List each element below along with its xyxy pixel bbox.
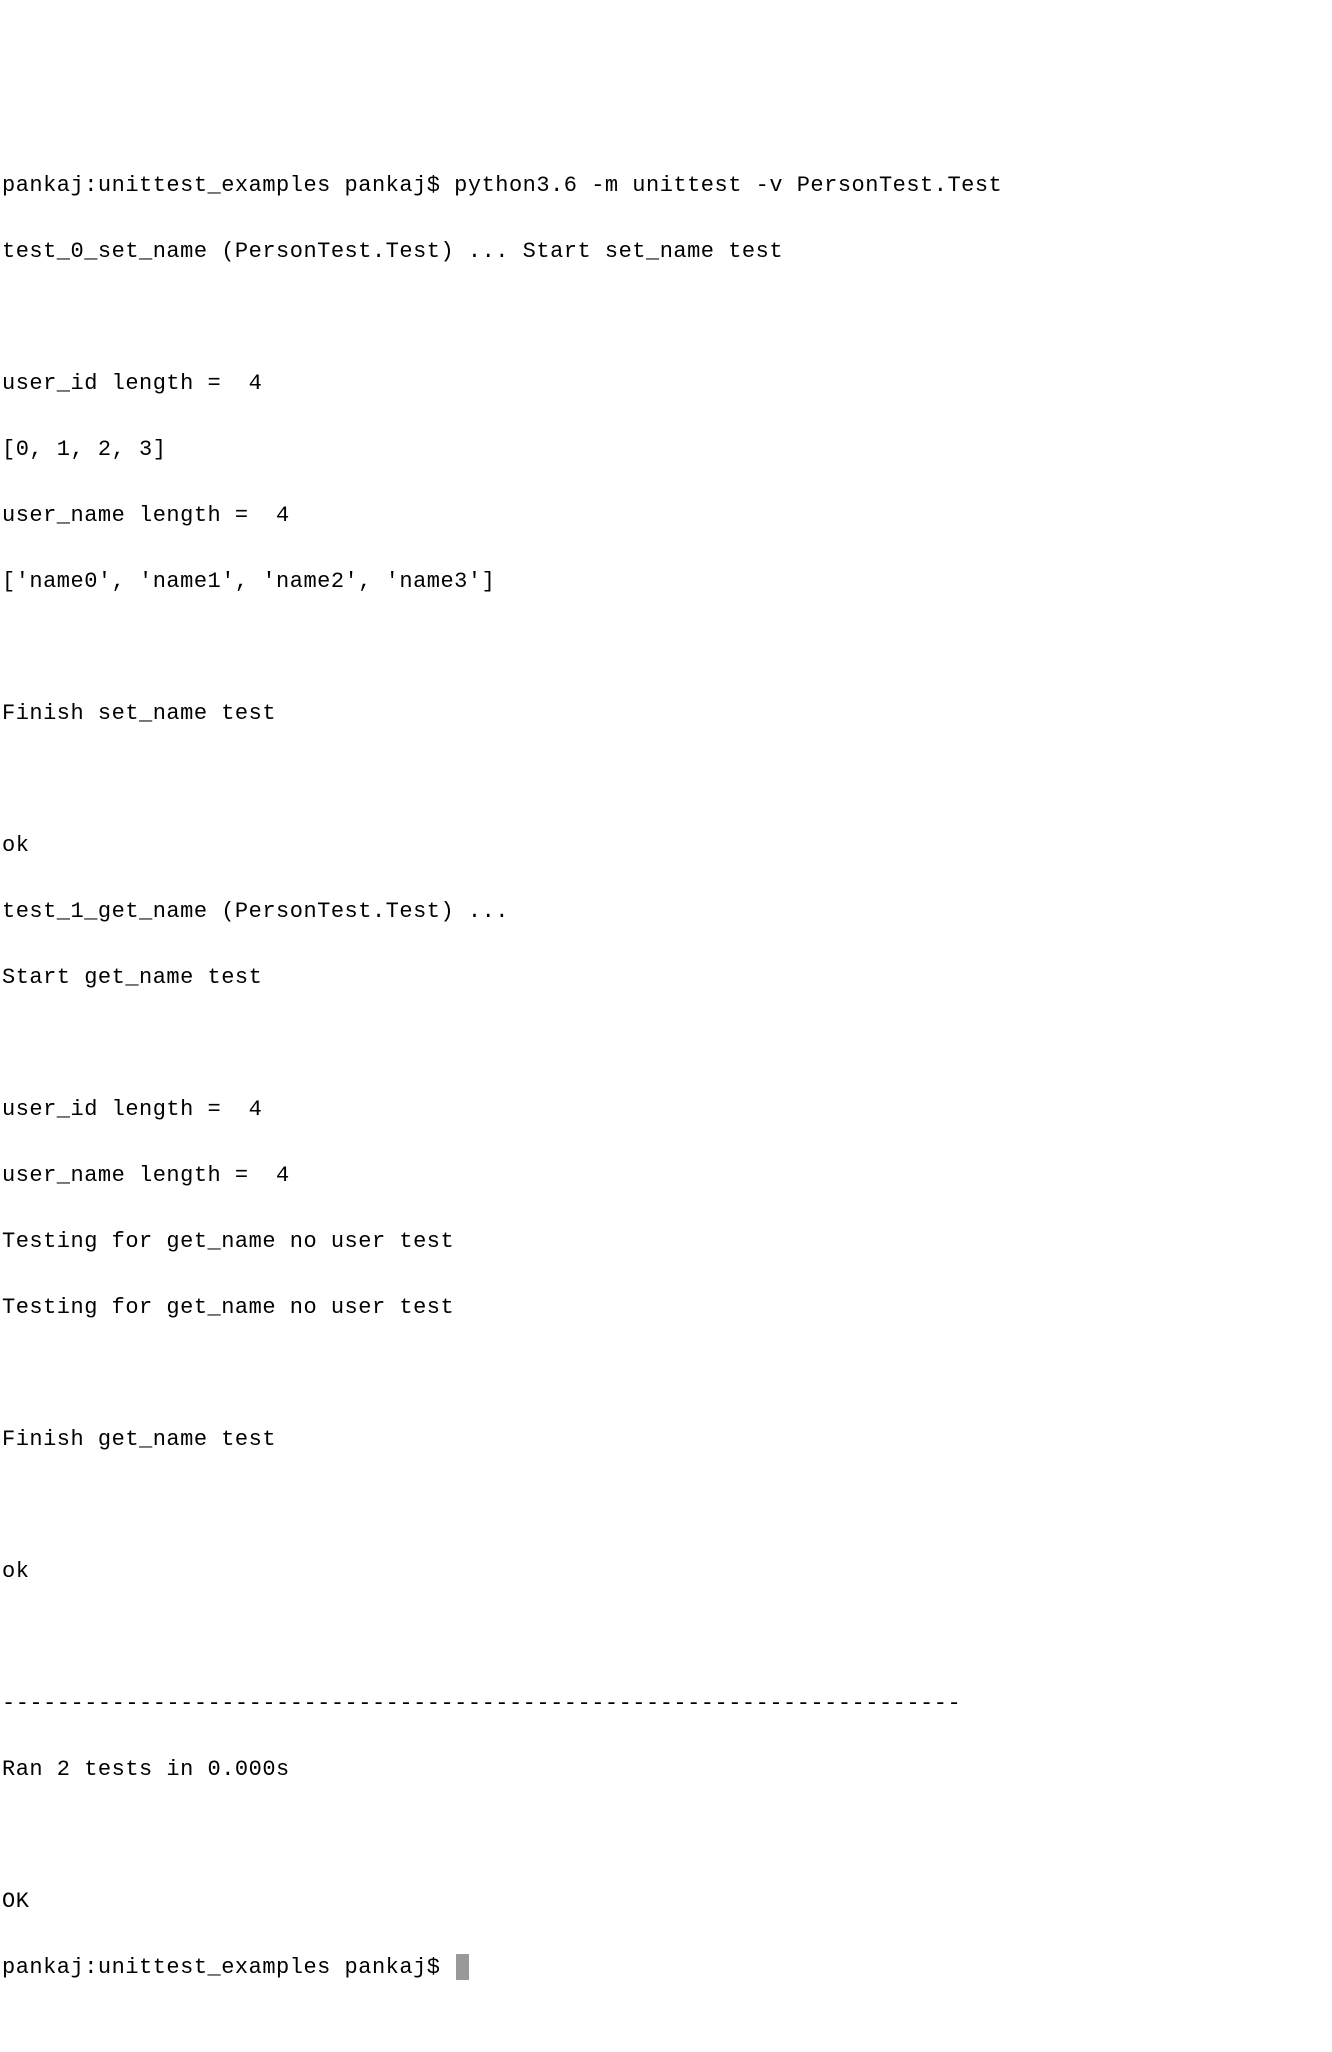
terminal-line: Start get_name test <box>2 961 1330 994</box>
terminal-line <box>2 1027 1330 1060</box>
terminal-prompt-line[interactable]: pankaj:unittest_examples pankaj$ <box>2 1951 1330 1984</box>
terminal-line <box>2 1489 1330 1522</box>
cursor-icon <box>456 1954 469 1980</box>
terminal-line: test_0_set_name (PersonTest.Test) ... St… <box>2 235 1330 268</box>
terminal-line <box>2 631 1330 664</box>
terminal-line <box>2 1819 1330 1852</box>
terminal-line: ok <box>2 1555 1330 1588</box>
terminal-line: test_1_get_name (PersonTest.Test) ... <box>2 895 1330 928</box>
terminal-line: Testing for get_name no user test <box>2 1291 1330 1324</box>
terminal-line: OK <box>2 1885 1330 1918</box>
terminal-line <box>2 1357 1330 1390</box>
terminal-line: pankaj:unittest_examples pankaj$ python3… <box>2 169 1330 202</box>
terminal-line: [0, 1, 2, 3] <box>2 433 1330 466</box>
terminal-line: Ran 2 tests in 0.000s <box>2 1753 1330 1786</box>
terminal-output[interactable]: pankaj:unittest_examples pankaj$ python3… <box>2 136 1330 2017</box>
terminal-line: Finish get_name test <box>2 1423 1330 1456</box>
terminal-line: user_name length = 4 <box>2 499 1330 532</box>
terminal-line <box>2 301 1330 334</box>
terminal-line: ok <box>2 829 1330 862</box>
terminal-line: user_id length = 4 <box>2 367 1330 400</box>
terminal-line: ['name0', 'name1', 'name2', 'name3'] <box>2 565 1330 598</box>
terminal-prompt: pankaj:unittest_examples pankaj$ <box>2 1955 454 1980</box>
terminal-line: user_name length = 4 <box>2 1159 1330 1192</box>
terminal-line: user_id length = 4 <box>2 1093 1330 1126</box>
terminal-line <box>2 763 1330 796</box>
terminal-line: Testing for get_name no user test <box>2 1225 1330 1258</box>
terminal-line <box>2 1621 1330 1654</box>
terminal-line: ----------------------------------------… <box>2 1687 1330 1720</box>
terminal-line: Finish set_name test <box>2 697 1330 730</box>
